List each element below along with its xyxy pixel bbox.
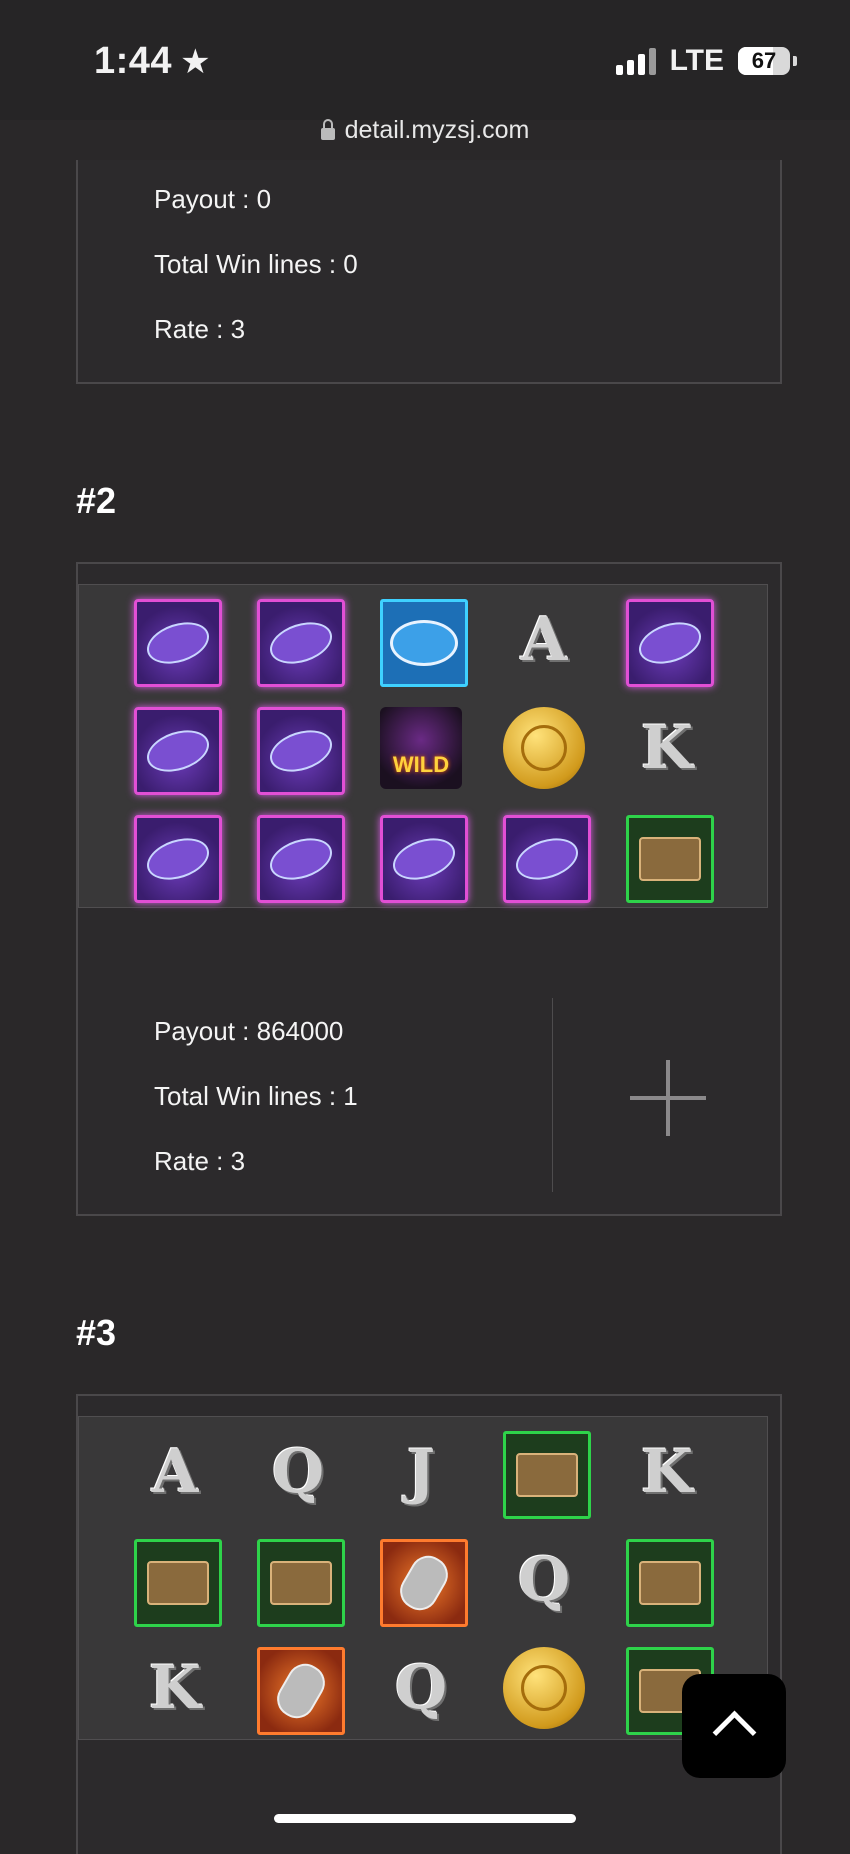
symbol-letter: A <box>520 605 568 675</box>
symbol-art <box>521 725 567 771</box>
network-type: LTE <box>669 44 724 77</box>
home-indicator <box>274 1814 576 1823</box>
star-icon: ★ <box>180 42 212 81</box>
round-heading-3: #3 <box>76 1312 117 1353</box>
win-lines-label-1: Total Win lines : 0 <box>154 249 358 279</box>
battery-nub <box>793 56 797 66</box>
rate-label-2: Rate : 3 <box>154 1146 246 1176</box>
symbol-art <box>390 620 458 666</box>
symbol-art <box>633 615 707 671</box>
coin-symbol-icon <box>503 707 585 789</box>
cellular-signal-icon <box>615 47 656 75</box>
symbol-art <box>141 831 215 887</box>
url-text: detail.myzsj.com <box>344 116 530 144</box>
scroll-to-top-button[interactable] <box>682 1674 786 1778</box>
expand-plus-button[interactable] <box>630 1060 706 1136</box>
payout-label-2: Payout : 864000 <box>154 1016 344 1046</box>
mic-symbol-icon <box>380 1539 468 1627</box>
symbol-art <box>521 1665 567 1711</box>
letter-a-symbol-icon: A <box>134 1431 216 1513</box>
payout-label-1: Payout : 0 <box>154 184 272 214</box>
boombox-symbol-icon <box>134 1539 222 1627</box>
symbol-art <box>147 1561 209 1605</box>
address-bar[interactable]: detail.myzsj.com <box>0 116 850 145</box>
letter-q-symbol-icon: Q <box>257 1431 339 1513</box>
status-time: 1:44 ★ <box>94 40 211 83</box>
wild-label: WILD <box>392 752 450 777</box>
symbol-art <box>264 831 338 887</box>
symbol-art <box>141 723 215 779</box>
symbol-art <box>270 1657 332 1725</box>
symbol-art <box>387 831 461 887</box>
symbol-art <box>141 615 215 671</box>
symbol-art <box>270 1561 332 1605</box>
reel-grid-3: AQJKQKQ <box>78 1416 768 1740</box>
boombox-symbol-icon <box>503 1431 591 1519</box>
symbol-letter: J <box>406 1437 436 1507</box>
guitar-symbol-icon <box>380 815 468 903</box>
symbol-letter: A <box>151 1437 199 1507</box>
wild-symbol-icon: WILD <box>380 707 462 789</box>
status-indicators: LTE 67 <box>615 44 797 78</box>
letter-k-symbol-icon: K <box>626 707 708 789</box>
win-lines-label-2: Total Win lines : 1 <box>154 1081 358 1111</box>
mic-symbol-icon <box>257 1647 345 1735</box>
guitar-symbol-icon <box>503 815 591 903</box>
symbol-letter: Q <box>517 1545 571 1615</box>
coin-symbol-icon <box>503 1647 585 1729</box>
guitar-symbol-icon <box>134 599 222 687</box>
boombox-symbol-icon <box>626 815 714 903</box>
chevron-up-icon <box>712 1710 756 1754</box>
symbol-letter: K <box>640 1437 694 1507</box>
guitar-symbol-icon <box>257 707 345 795</box>
battery-level: 67 <box>751 48 777 73</box>
symbol-art <box>516 1453 578 1497</box>
symbol-letter: K <box>148 1653 202 1723</box>
status-bar: 1:44 ★ LTE 67 <box>0 0 850 120</box>
battery-icon: 67 <box>738 47 797 75</box>
letter-k-symbol-icon: K <box>134 1647 216 1729</box>
clock-text: 1:44 <box>94 40 173 82</box>
symbol-letter: K <box>640 713 694 783</box>
symbol-art <box>393 1549 455 1617</box>
guitar-symbol-icon <box>257 815 345 903</box>
round-heading-2: #2 <box>76 480 117 521</box>
letter-q-symbol-icon: Q <box>380 1647 462 1729</box>
guitar-symbol-icon <box>134 707 222 795</box>
letter-k-symbol-icon: K <box>626 1431 708 1513</box>
letter-q-symbol-icon: Q <box>503 1539 585 1621</box>
letter-j-symbol-icon: J <box>380 1431 462 1513</box>
symbol-art <box>639 837 701 881</box>
guitar-symbol-icon <box>134 815 222 903</box>
boombox-symbol-icon <box>626 1539 714 1627</box>
symbol-art <box>510 831 584 887</box>
guitar-symbol-icon <box>257 599 345 687</box>
symbol-art <box>639 1561 701 1605</box>
drum-symbol-icon <box>380 599 468 687</box>
guitar-symbol-icon <box>626 599 714 687</box>
reel-grid-2: A WILD K <box>78 584 768 908</box>
rate-label-1: Rate : 3 <box>154 314 246 344</box>
symbol-letter: Q <box>271 1437 325 1507</box>
card-divider <box>552 998 553 1192</box>
letter-a-symbol-icon: A <box>503 599 585 681</box>
symbol-art <box>264 615 338 671</box>
symbol-art <box>264 723 338 779</box>
boombox-symbol-icon <box>257 1539 345 1627</box>
symbol-letter: Q <box>394 1653 448 1723</box>
lock-icon <box>320 118 335 140</box>
